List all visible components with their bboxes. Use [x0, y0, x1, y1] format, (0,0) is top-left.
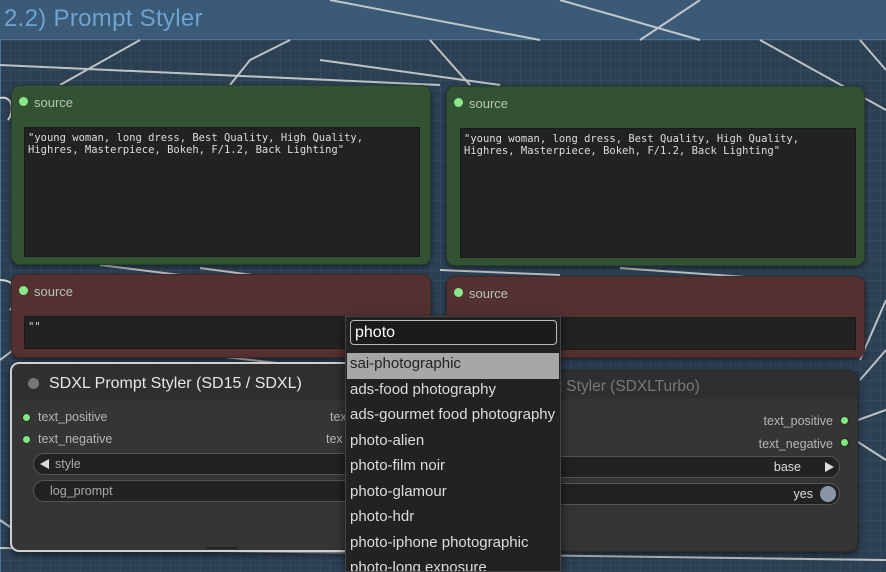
- input-port-text-negative[interactable]: [22, 435, 31, 444]
- output-port-dot[interactable]: [19, 97, 28, 106]
- output-port-text-positive[interactable]: [840, 416, 849, 425]
- source-text-area[interactable]: "young woman, long dress, Best Quality, …: [460, 128, 856, 258]
- source-text-area[interactable]: "young woman, long dress, Best Quality, …: [24, 127, 420, 257]
- log-prompt-toggle[interactable]: log_prompt: [33, 480, 373, 502]
- output-label-text-positive: text_positive: [763, 414, 833, 428]
- output-port-dot[interactable]: [454, 288, 463, 297]
- output-label-text-negative-partial: tex: [326, 432, 343, 446]
- dropdown-item[interactable]: photo-film noir: [346, 455, 560, 481]
- output-label-text-negative: text_negative: [758, 437, 833, 451]
- style-combo[interactable]: base: [551, 456, 840, 478]
- node-title: pt Styler (SDXLTurbo): [549, 378, 700, 395]
- output-port-dot[interactable]: [454, 98, 463, 107]
- output-port-text-negative[interactable]: [840, 438, 849, 447]
- dropdown-list[interactable]: sai-photographic ads-food photography ad…: [346, 353, 560, 571]
- dropdown-item[interactable]: photo-long exposure: [346, 557, 560, 571]
- node-title: SDXL Prompt Styler (SD15 / SDXL): [49, 375, 302, 392]
- log-prompt-value: yes: [793, 487, 813, 501]
- dropdown-item[interactable]: photo-hdr: [346, 506, 560, 532]
- source-node-positive-right[interactable]: source "young woman, long dress, Best Qu…: [446, 86, 865, 266]
- node-header[interactable]: SDXL Prompt Styler (SD15 / SDXL): [12, 364, 388, 400]
- input-port-text-positive[interactable]: [22, 413, 31, 422]
- group-title: 2.2) Prompt Styler: [4, 5, 203, 32]
- style-value: base: [773, 460, 801, 474]
- style-combo[interactable]: style b: [33, 453, 373, 475]
- node-title: source: [34, 95, 74, 110]
- toggle-knob-icon[interactable]: [820, 486, 836, 502]
- style-label: style: [55, 457, 81, 471]
- input-label-text-negative: text_negative: [38, 432, 113, 446]
- dropdown-search-input[interactable]: [350, 320, 557, 345]
- node-title: source: [34, 284, 74, 299]
- prompt-styler-node-sd15-sdxl[interactable]: SDXL Prompt Styler (SD15 / SDXL) text_po…: [10, 362, 390, 552]
- dropdown-item[interactable]: sai-photographic: [347, 353, 559, 379]
- log-prompt-toggle[interactable]: yes: [551, 483, 840, 505]
- arrow-right-icon[interactable]: [825, 462, 834, 472]
- input-label-text-positive: text_positive: [38, 410, 108, 424]
- dropdown-item[interactable]: photo-iphone photographic: [346, 532, 560, 558]
- node-footer: [207, 547, 237, 549]
- log-prompt-label: log_prompt: [50, 484, 113, 498]
- group-header[interactable]: 2.2) Prompt Styler: [0, 0, 886, 40]
- node-title: source: [469, 286, 509, 301]
- node-title: source: [469, 96, 509, 111]
- output-port-dot[interactable]: [19, 286, 28, 295]
- style-search-dropdown[interactable]: sai-photographic ads-food photography ad…: [345, 316, 561, 572]
- dropdown-item[interactable]: ads-gourmet food photography: [346, 404, 560, 430]
- dropdown-item[interactable]: photo-glamour: [346, 481, 560, 507]
- source-node-positive-left[interactable]: source "young woman, long dress, Best Qu…: [11, 85, 431, 265]
- arrow-left-icon[interactable]: [40, 459, 49, 469]
- collapse-dot-icon[interactable]: [28, 378, 39, 389]
- dropdown-item[interactable]: ads-food photography: [346, 379, 560, 405]
- dropdown-item[interactable]: photo-alien: [346, 430, 560, 456]
